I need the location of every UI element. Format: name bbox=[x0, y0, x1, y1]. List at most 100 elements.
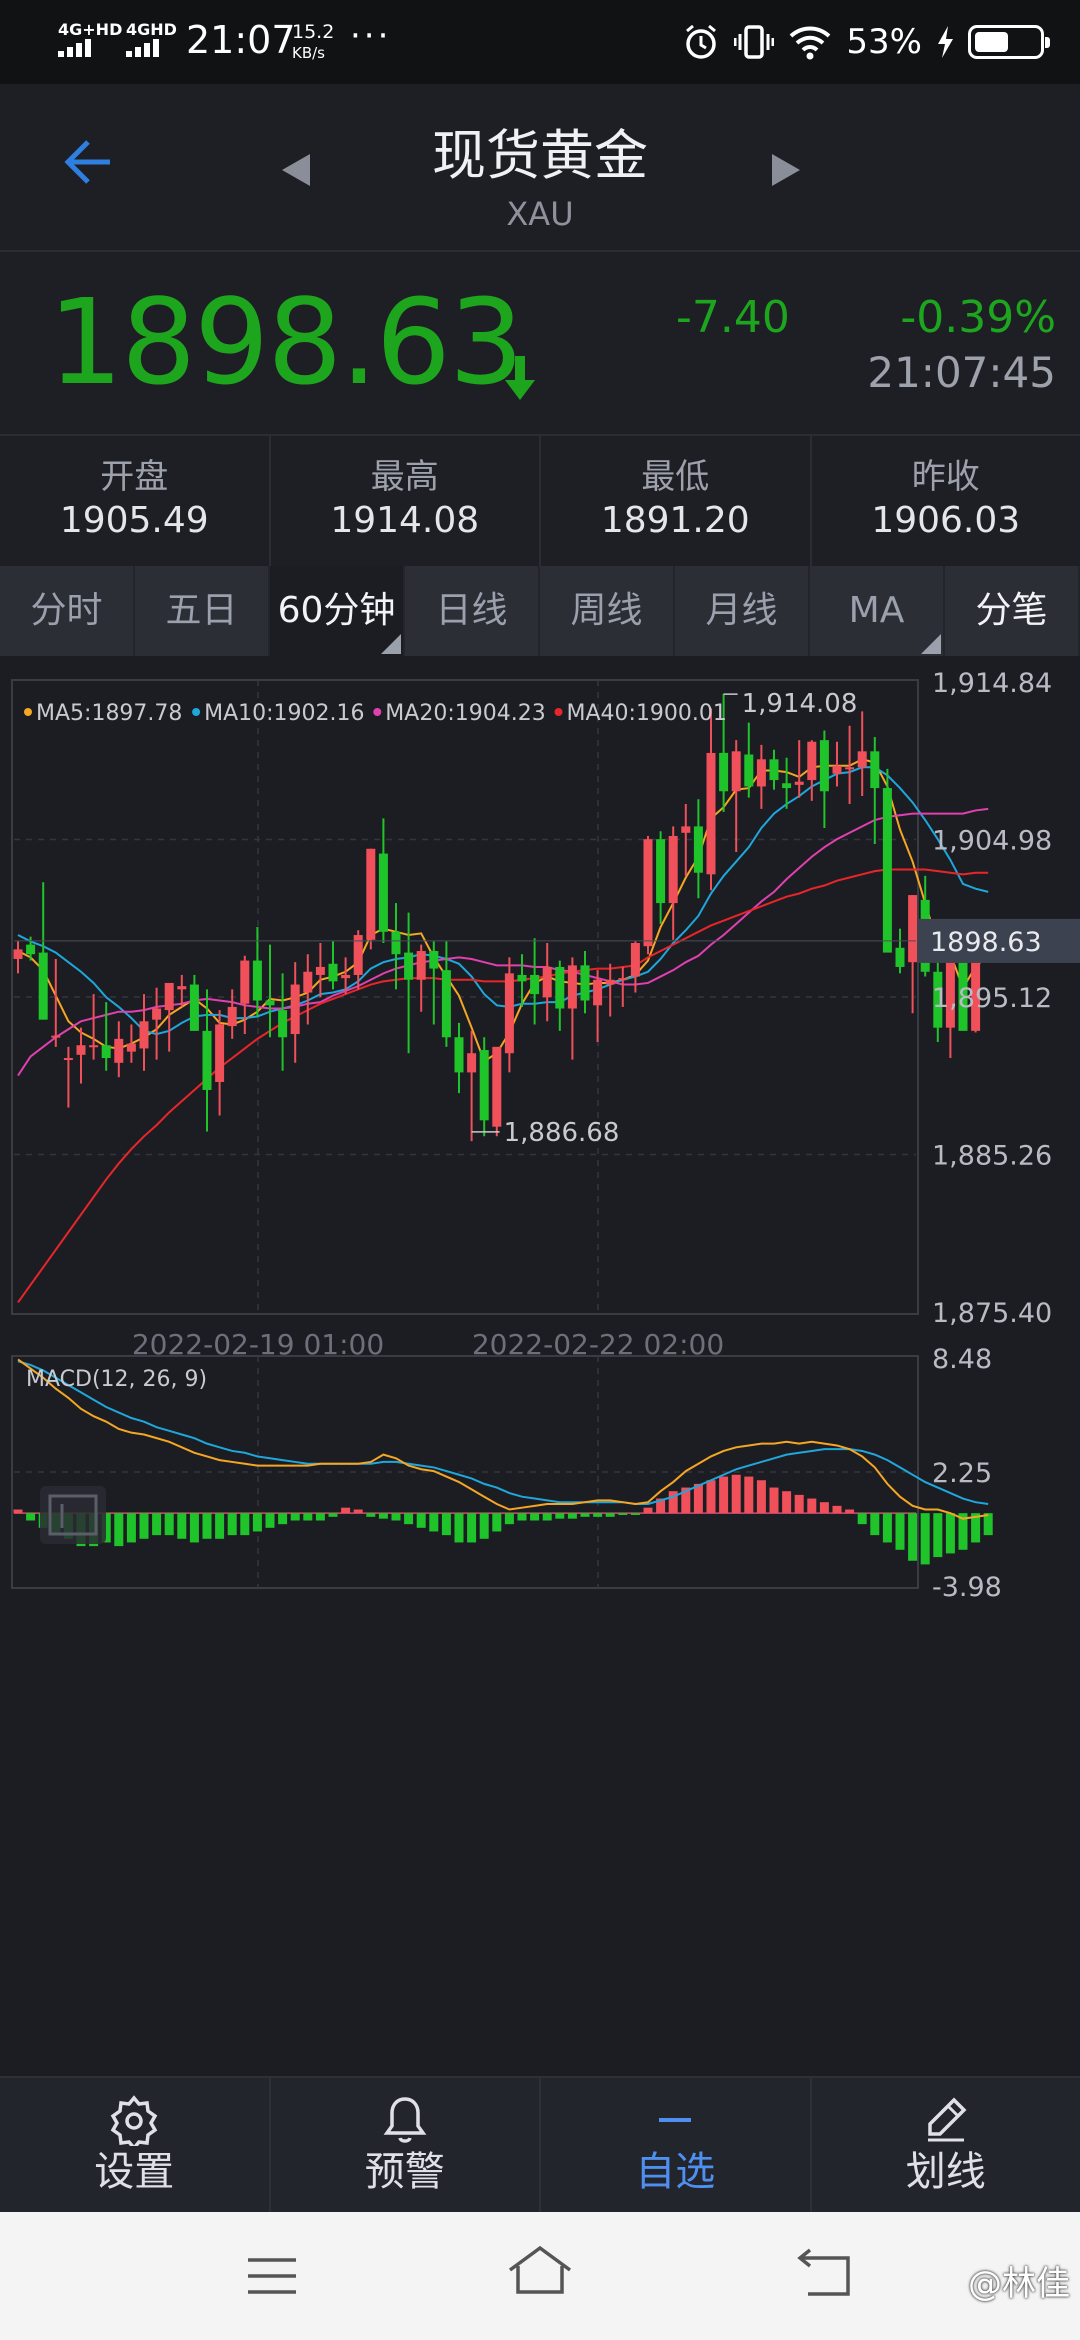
candle bbox=[38, 882, 48, 1020]
candle-body bbox=[807, 741, 817, 781]
macd-bar bbox=[114, 1513, 124, 1547]
candle bbox=[429, 941, 439, 1025]
macd-bar bbox=[467, 1513, 477, 1543]
next-instrument-button[interactable] bbox=[772, 154, 800, 186]
candle bbox=[567, 957, 577, 1060]
candle-body bbox=[555, 966, 565, 1009]
tab-60-minute[interactable]: 60分钟 bbox=[270, 566, 405, 656]
macd-bar bbox=[227, 1513, 237, 1536]
candle bbox=[580, 950, 590, 1014]
candlestick-chart[interactable]: 1,914.081,886.68 8.482.25-3.98 1,914.841… bbox=[0, 656, 1080, 2076]
candle bbox=[857, 711, 867, 797]
settings-button[interactable]: 设置 bbox=[0, 2078, 271, 2212]
legend-dot bbox=[373, 708, 382, 716]
alarm-icon bbox=[686, 24, 717, 59]
candle-body bbox=[693, 826, 703, 873]
candle bbox=[303, 954, 313, 1025]
candle-body bbox=[681, 826, 691, 833]
watermark: @林佳 bbox=[968, 2264, 1070, 2304]
macd-bar bbox=[429, 1513, 439, 1532]
candle bbox=[832, 741, 842, 787]
down-arrow-icon bbox=[505, 356, 535, 400]
candle-body bbox=[341, 974, 351, 979]
macd-bar bbox=[605, 1513, 615, 1517]
candle bbox=[63, 1046, 73, 1108]
tab-tick[interactable]: 分笔 bbox=[945, 566, 1080, 656]
macd-y-tick-label: 2.25 bbox=[932, 1458, 992, 1489]
x-axis-label: 2022-02-19 01:00 bbox=[132, 1328, 384, 1361]
macd-bar bbox=[441, 1513, 451, 1536]
y-tick-label: 1,875.40 bbox=[932, 1298, 1052, 1329]
price-change-percent: -0.39% bbox=[900, 292, 1056, 343]
candle-body bbox=[467, 1053, 477, 1073]
tab-intraday[interactable]: 分时 bbox=[0, 566, 135, 656]
candle bbox=[13, 941, 23, 974]
indicator-toggle-icon[interactable] bbox=[40, 1486, 106, 1544]
candle bbox=[378, 818, 388, 944]
macd-bar bbox=[517, 1513, 527, 1521]
macd-bar bbox=[819, 1502, 829, 1514]
charging-icon bbox=[938, 26, 953, 58]
alert-button[interactable]: 预警 bbox=[271, 2078, 541, 2212]
candle bbox=[215, 1010, 225, 1116]
tab-daily[interactable]: 日线 bbox=[405, 566, 540, 656]
candle bbox=[328, 941, 338, 990]
back-icon[interactable] bbox=[796, 2248, 856, 2304]
tab-monthly[interactable]: 月线 bbox=[675, 566, 810, 656]
tab-five-day[interactable]: 五日 bbox=[135, 566, 270, 656]
macd-bar bbox=[265, 1513, 275, 1528]
menu-icon[interactable] bbox=[244, 2248, 300, 2304]
macd-bar bbox=[794, 1494, 804, 1514]
macd-bar bbox=[693, 1483, 703, 1514]
candle-body bbox=[290, 984, 300, 1035]
legend-label: MA20:1904.23 bbox=[385, 701, 545, 726]
macd-bar bbox=[882, 1513, 892, 1543]
macd-bar bbox=[845, 1509, 855, 1514]
stat-prev-close: 昨收 1906.03 bbox=[871, 457, 1021, 541]
macd-bar bbox=[530, 1513, 540, 1521]
candle-body bbox=[517, 974, 527, 982]
candle bbox=[542, 943, 552, 1022]
candle-body bbox=[315, 966, 325, 975]
macd-bar bbox=[189, 1513, 199, 1543]
watchlist-button[interactable]: 自选 bbox=[541, 2078, 812, 2212]
legend-dot bbox=[192, 708, 201, 716]
macd-y-tick-label: -3.98 bbox=[932, 1572, 1002, 1603]
macd-bar bbox=[378, 1513, 388, 1519]
tab-ma[interactable]: MA bbox=[810, 566, 945, 656]
ma-legend: MA5:1897.78 MA10:1902.16 MA20:1904.23 MA40:… bbox=[24, 701, 727, 726]
candle-body bbox=[731, 751, 741, 792]
stat-open: 开盘 1905.49 bbox=[0, 436, 271, 566]
candle-body bbox=[819, 740, 829, 792]
candle bbox=[618, 966, 628, 1007]
candle-body bbox=[202, 1030, 212, 1090]
minus-icon bbox=[659, 2118, 692, 2122]
legend-label: MA10:1902.16 bbox=[204, 701, 364, 726]
macd-bar bbox=[756, 1480, 766, 1514]
chart-area[interactable]: 1,914.08 1,886.68 8.48 2.25 -3.98 1,914.84 1… bbox=[0, 656, 1080, 2076]
macd-bar bbox=[731, 1474, 741, 1514]
price-change: -7.40 bbox=[676, 292, 790, 343]
macd-bar bbox=[933, 1513, 943, 1558]
candle-body bbox=[530, 974, 540, 995]
macd-bar bbox=[454, 1513, 464, 1543]
candles: 1,914.08 1,886.68 bbox=[13, 689, 993, 1148]
macd-bar bbox=[542, 1513, 552, 1521]
home-icon[interactable] bbox=[504, 2242, 576, 2304]
moving-average-lines bbox=[17, 758, 989, 1303]
x-axis-label: 2022-02-22 02:00 bbox=[472, 1328, 724, 1361]
candle-body bbox=[857, 751, 867, 768]
tab-weekly[interactable]: 周线 bbox=[540, 566, 675, 656]
y-tick-label: 1,914.84 bbox=[932, 668, 1052, 699]
candle-body bbox=[744, 754, 754, 787]
macd-bar bbox=[240, 1513, 250, 1536]
gear-icon bbox=[110, 2095, 158, 2146]
status-time: 21:07 bbox=[186, 18, 296, 62]
candle-body bbox=[441, 970, 451, 1038]
draw-line-button[interactable]: 划线 bbox=[812, 2078, 1080, 2212]
ma-line-ma20 bbox=[17, 807, 989, 1077]
candle-body bbox=[882, 788, 892, 953]
candle bbox=[769, 749, 779, 790]
legend-label: MA40:1900.01 bbox=[567, 701, 727, 726]
candle bbox=[593, 970, 603, 1043]
